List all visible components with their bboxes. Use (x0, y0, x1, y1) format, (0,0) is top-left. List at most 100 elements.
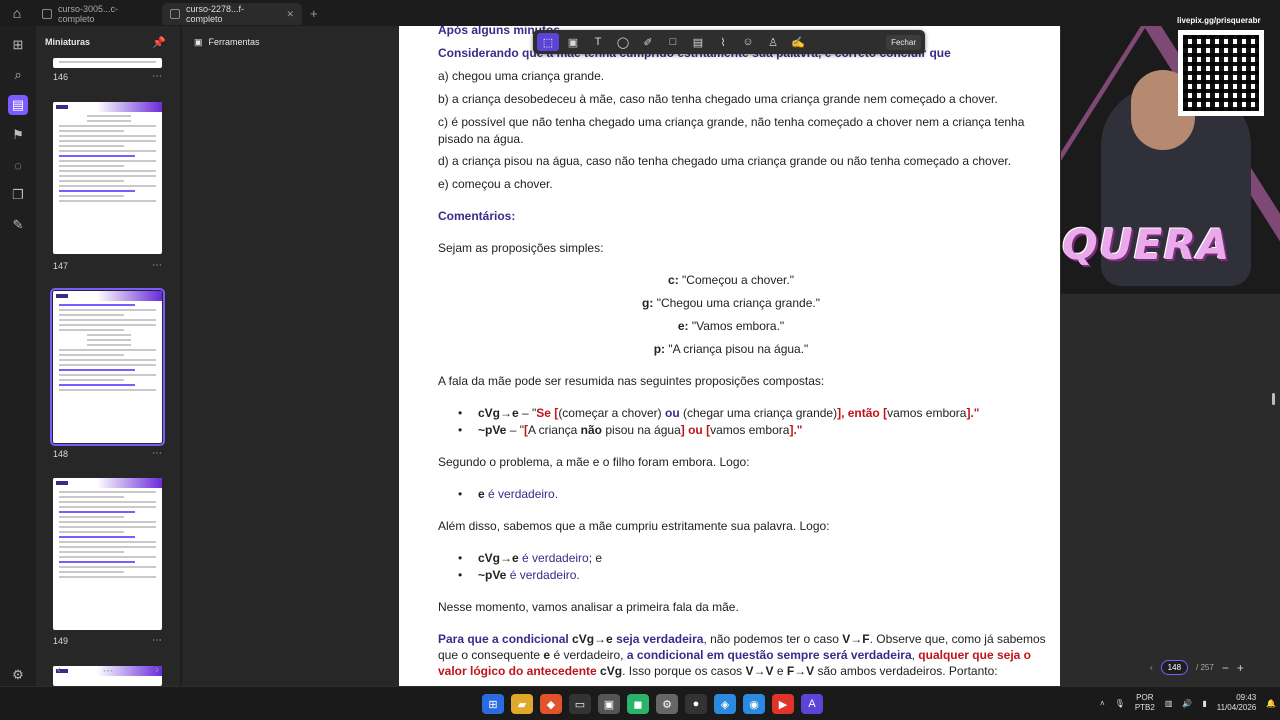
app-icon[interactable]: ⚙ (656, 694, 678, 714)
tools-pane: ▣ Ferramentas (181, 26, 399, 686)
layers-icon[interactable]: ❐ (0, 180, 36, 210)
proposition-e: e: "Vamos embora." (677, 319, 785, 333)
search-icon[interactable]: ⌕ (0, 60, 36, 90)
tools-title: Ferramentas (208, 37, 260, 47)
final-line-2: que o consequente e é verdadeiro, a cond… (438, 648, 1031, 662)
clock[interactable]: 09:43 11/04/2026 (1217, 693, 1256, 713)
more-icon[interactable]: ⋯ (152, 71, 162, 82)
home-icon[interactable]: ⌂ (0, 0, 34, 26)
highlight-icon[interactable]: ✐ (637, 33, 659, 51)
tab-bar: ⌂ curso-3005...c-completo curso-2278...f… (0, 0, 1280, 26)
tools-icon: ▣ (194, 36, 203, 47)
comments-heading: Comentários: (438, 209, 516, 223)
app-icon[interactable]: ▭ (569, 694, 591, 714)
comment-icon[interactable]: ◯ (612, 33, 634, 51)
tools-header[interactable]: ▣ Ferramentas (182, 26, 399, 58)
page-thumbnail[interactable] (53, 58, 162, 68)
app-icon[interactable]: ◉ (743, 694, 765, 714)
new-tab-icon[interactable]: + (310, 6, 318, 21)
taskbar-apps: ⊞ ▰ ◆ ▭ ▣ ◼ ⚙ ● ◈ ◉ ▶ A (482, 694, 823, 714)
page-thumbnail[interactable] (53, 478, 162, 630)
page-number: 148 (53, 449, 69, 459)
sticker-icon[interactable]: ☺ (737, 33, 759, 51)
document-page: Após alguns minutos, Considerando que a … (399, 26, 1060, 686)
thumbnails-pane: Miniaturas 📌 146 ⋯ 147 ⋯ 148 ⋯ 149 ⋯ (36, 26, 180, 720)
close-tab-icon[interactable]: ✕ (286, 9, 294, 20)
option-b: b) a criança desobedeceu à mãe, caso não… (438, 92, 998, 106)
problem-line: Segundo o problema, a mãe e o filho fora… (438, 455, 750, 469)
pdf-reader-icon[interactable]: A (801, 694, 823, 714)
left-rail: ⊞ ⌕ ▤ ⚑ ◌ ❐ ✎ ⚙ (0, 26, 36, 720)
zoom-out-icon[interactable]: − (1222, 661, 1229, 675)
document-icon (42, 9, 52, 19)
annotation-toolbar: ⬚ ▣ T ◯ ✐ □ ▤ ⌇ ☺ ♙ ✍ Fechar (533, 30, 925, 54)
select-tool-icon[interactable]: ⬚ (537, 33, 559, 51)
comments-icon[interactable]: ◌ (0, 150, 36, 180)
final-line-3: valor lógico do antecedente cVg. Isso po… (438, 664, 998, 678)
proposition-p: p: "A criança pisou na água." (653, 342, 809, 356)
attachment-icon[interactable]: ✎ (0, 210, 36, 240)
option-e: e) começou a chover. (438, 177, 553, 191)
chevron-right-icon[interactable]: › (155, 664, 159, 676)
text-box-icon[interactable]: ▣ (562, 33, 584, 51)
more-icon[interactable]: ⋯ (152, 635, 162, 646)
volume-icon[interactable]: 🔊 (1182, 699, 1192, 708)
previous-page-icon[interactable]: ‹ (1150, 663, 1153, 672)
close-toolbar-button[interactable]: Fechar (886, 34, 921, 50)
language-indicator[interactable]: POR PTB2 (1135, 693, 1155, 713)
option-d: d) a criança pisou na água, caso não ten… (438, 154, 1012, 168)
more-icon[interactable]: ⋯ (102, 664, 113, 677)
file-explorer-icon[interactable]: ▰ (511, 694, 533, 714)
ink-icon[interactable]: ▤ (687, 33, 709, 51)
bookmark-icon[interactable]: ⚑ (0, 120, 36, 150)
zoom-in-icon[interactable]: + (1237, 661, 1244, 675)
grid-icon[interactable]: ⊞ (0, 30, 36, 60)
page-number: 149 (53, 636, 69, 646)
compound-intro: A fala da mãe pode ser resumida nas segu… (438, 374, 825, 388)
chevron-up-icon[interactable]: ˄ (1100, 699, 1105, 708)
option-c-cont: pisado na água. (438, 132, 524, 146)
page-number-input[interactable]: 148 (1160, 660, 1189, 675)
attach-icon[interactable]: ⌇ (712, 33, 734, 51)
proposition-g: g: "Chegou uma criança grande." (642, 296, 820, 310)
shape-icon[interactable]: □ (662, 33, 684, 51)
app-icon[interactable]: ◈ (714, 694, 736, 714)
app-icon[interactable]: ◼ (627, 694, 649, 714)
tab-document-1[interactable]: curso-3005...c-completo (34, 3, 162, 25)
stream-logo: PRISQUERA (1061, 220, 1231, 269)
page-thumbnail[interactable] (53, 102, 162, 254)
qr-code (1178, 30, 1264, 116)
page-thumbnail-selected[interactable] (50, 288, 165, 446)
live-link-text: livepix.gg/prisquerabr (1177, 16, 1261, 25)
battery-icon[interactable]: ▮ (1202, 699, 1206, 708)
pin-icon[interactable]: 📌 (152, 36, 166, 49)
compound-2: ~pVe – "[A criança não pisou na água] ou… (458, 423, 803, 437)
page-number: 146 (53, 72, 69, 82)
windows-start-icon[interactable]: ⊞ (482, 694, 504, 714)
option-a: a) chegou uma criança grande. (438, 69, 605, 83)
text-tool-icon[interactable]: T (587, 33, 609, 51)
app-icon[interactable]: ▣ (598, 694, 620, 714)
final-line-1: Para que a condicional cVg→e seja verdad… (438, 632, 1046, 646)
thumbnails-icon[interactable]: ▤ (0, 90, 36, 120)
compound-1: cVg→e – "Se [(começar a chover) ou (cheg… (458, 406, 979, 420)
microphone-icon[interactable]: 🎙 (1115, 699, 1125, 708)
proposition-c: c: "Começou a chover." (668, 273, 794, 287)
brave-browser-icon[interactable]: ◆ (540, 694, 562, 714)
document-icon (170, 9, 180, 19)
obs-icon[interactable]: ● (685, 694, 707, 714)
app-icon[interactable]: ▶ (772, 694, 794, 714)
option-c: c) é possível que não tenha chegado uma … (438, 115, 1025, 129)
more-icon[interactable]: ⋯ (152, 260, 162, 271)
stamp-icon[interactable]: ♙ (762, 33, 784, 51)
true-1: cVg→e é verdadeiro; e (458, 551, 602, 565)
scrollbar-thumb[interactable] (1272, 393, 1275, 405)
tab-document-2[interactable]: curso-2278...f-completo ✕ (162, 3, 302, 25)
moment-line: Nesse momento, vamos analisar a primeira… (438, 600, 739, 614)
taskbar: ⊞ ▰ ◆ ▭ ▣ ◼ ⚙ ● ◈ ◉ ▶ A ˄ 🎙 POR PTB2 ▥ 🔊 … (0, 686, 1280, 720)
more-icon[interactable]: ⋯ (152, 448, 162, 459)
notifications-icon[interactable]: 🔔 (1266, 699, 1276, 708)
signature-icon[interactable]: ✍ (787, 33, 809, 51)
chevron-left-icon[interactable]: ‹ (57, 664, 61, 676)
network-icon[interactable]: ▥ (1165, 699, 1173, 708)
